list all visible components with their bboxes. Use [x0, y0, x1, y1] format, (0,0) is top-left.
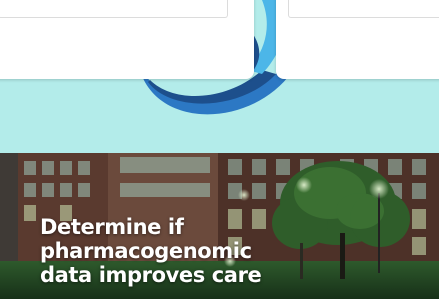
top-section	[0, 0, 439, 153]
left-card-field	[0, 0, 228, 18]
right-card-field	[288, 0, 439, 18]
hero-photo: Determine if pharmacogenomic data improv…	[0, 153, 439, 299]
hero-caption: Determine if pharmacogenomic data improv…	[40, 215, 262, 287]
right-card	[276, 0, 439, 79]
left-card	[0, 0, 254, 79]
